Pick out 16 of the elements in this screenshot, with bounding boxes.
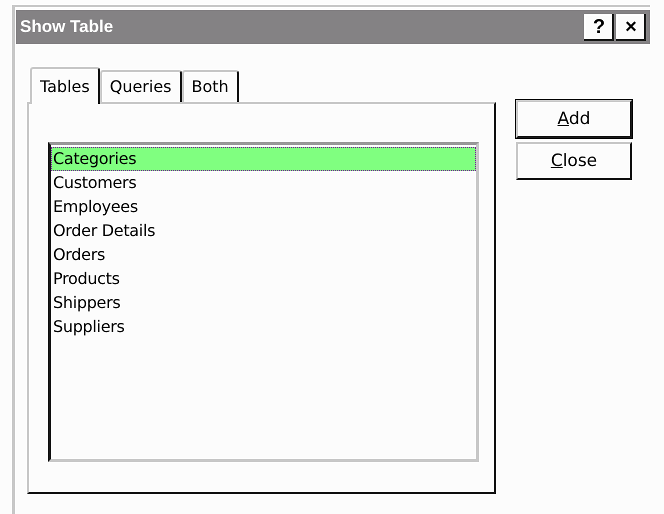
list-item[interactable]: Customers — [51, 171, 476, 195]
list-item[interactable]: Suppliers — [51, 315, 476, 339]
list-item[interactable]: Categories — [51, 147, 476, 171]
close-dialog-button[interactable]: Close — [516, 142, 632, 180]
window-title: Show Table — [20, 17, 114, 37]
list-item[interactable]: Shippers — [51, 291, 476, 315]
list-item[interactable]: Orders — [51, 243, 476, 267]
list-item[interactable]: Employees — [51, 195, 476, 219]
list-item[interactable]: Order Details — [51, 219, 476, 243]
add-button[interactable]: Add — [516, 100, 632, 138]
help-button[interactable]: ? — [584, 14, 614, 40]
tab[interactable]: Queries — [100, 70, 182, 102]
close-button[interactable]: × — [616, 14, 646, 40]
tab[interactable]: Tables — [30, 67, 100, 104]
tab[interactable]: Both — [182, 70, 239, 102]
list-item[interactable]: Products — [51, 267, 476, 291]
